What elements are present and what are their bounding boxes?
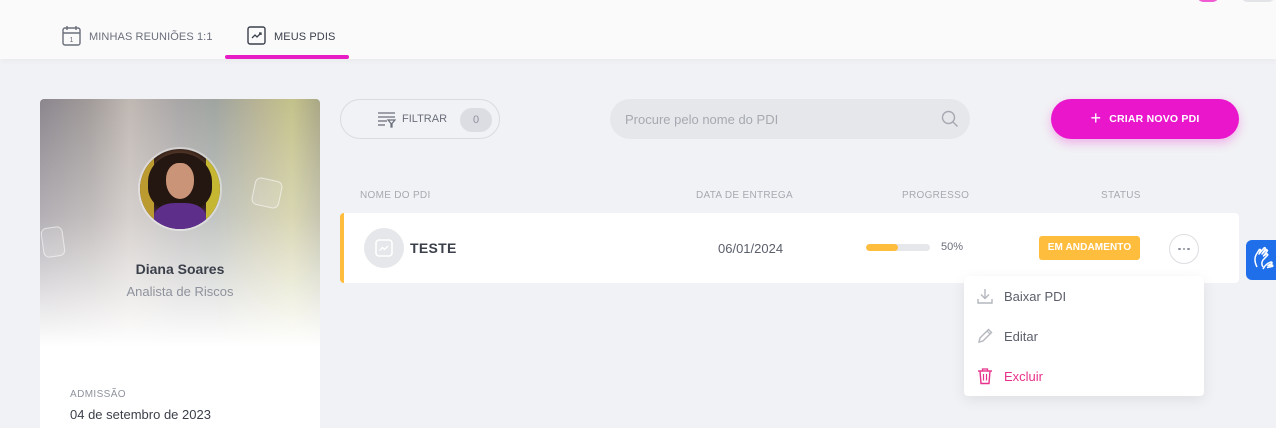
search-input[interactable] bbox=[610, 99, 930, 139]
profile-card: Diana Soares Analista de Riscos ADMISSÃO… bbox=[40, 99, 320, 428]
profile-name: Diana Soares bbox=[135, 261, 225, 277]
chart-icon bbox=[247, 26, 266, 48]
menu-item-edit[interactable]: Editar bbox=[964, 316, 1204, 356]
progress-fill bbox=[866, 244, 898, 251]
decorative-shape bbox=[40, 225, 66, 259]
trash-icon bbox=[976, 367, 994, 388]
menu-label: Editar bbox=[1004, 328, 1038, 344]
sign-language-icon bbox=[1251, 245, 1275, 276]
pdi-name: TESTE bbox=[410, 240, 457, 256]
row-actions-menu: Baixar PDI Editar Excluir bbox=[964, 276, 1204, 396]
active-tab-indicator bbox=[225, 55, 349, 59]
profile-role: Analista de Riscos bbox=[126, 284, 234, 299]
progress-bar bbox=[866, 244, 930, 251]
filter-label: FILTRAR bbox=[402, 113, 448, 125]
tab-minhas-reunioes[interactable]: 1 MINHAS REUNIÕES 1:1 bbox=[62, 24, 213, 50]
tab-meus-pdis[interactable]: MEUS PDIS bbox=[247, 24, 335, 50]
menu-label: Baixar PDI bbox=[1004, 288, 1067, 304]
filter-button[interactable]: FILTRAR 0 bbox=[340, 99, 500, 139]
status-badge: EM ANDAMENTO bbox=[1039, 236, 1140, 260]
filter-count-badge: 0 bbox=[460, 108, 492, 132]
profile-banner bbox=[40, 99, 320, 359]
decorative-shape bbox=[250, 176, 284, 210]
pencil-icon bbox=[976, 327, 994, 348]
admission-label: ADMISSÃO bbox=[70, 389, 126, 400]
column-header-name: NOME DO PDI bbox=[360, 190, 431, 201]
pdi-delivery-date: 06/01/2024 bbox=[718, 241, 784, 256]
avatar bbox=[140, 149, 220, 229]
column-header-date: DATA DE ENTREGA bbox=[696, 190, 793, 201]
pdi-icon bbox=[364, 228, 404, 268]
dot-icon bbox=[1187, 247, 1190, 251]
admission-date: 04 de setembro de 2023 bbox=[70, 407, 211, 422]
top-navigation: 1 MINHAS REUNIÕES 1:1 MEUS PDIS bbox=[0, 0, 1276, 59]
plus-icon: + bbox=[1090, 108, 1102, 128]
menu-label: Excluir bbox=[1004, 368, 1044, 384]
table-row[interactable]: TESTE 06/01/2024 50% EM ANDAMENTO bbox=[340, 213, 1239, 283]
calendar-icon: 1 bbox=[62, 25, 81, 49]
dot-icon bbox=[1178, 247, 1181, 251]
create-pdi-label: CRIAR NOVO PDI bbox=[1109, 113, 1200, 125]
download-icon bbox=[976, 287, 994, 308]
tab-label: MEUS PDIS bbox=[274, 31, 336, 43]
column-header-status: STATUS bbox=[1101, 190, 1141, 201]
progress-percent: 50% bbox=[941, 241, 964, 253]
filter-icon bbox=[377, 111, 397, 134]
accessibility-button[interactable] bbox=[1246, 240, 1276, 280]
column-header-progress: PROGRESSO bbox=[902, 190, 970, 201]
tab-label: MINHAS REUNIÕES 1:1 bbox=[89, 31, 213, 43]
create-pdi-button[interactable]: + CRIAR NOVO PDI bbox=[1051, 99, 1239, 139]
header-edge bbox=[1240, 0, 1276, 2]
menu-item-download[interactable]: Baixar PDI bbox=[964, 276, 1204, 316]
user-avatar-edge[interactable] bbox=[1196, 0, 1220, 2]
menu-item-delete[interactable]: Excluir bbox=[964, 356, 1204, 396]
svg-text:1: 1 bbox=[70, 37, 74, 44]
dot-icon bbox=[1182, 247, 1186, 251]
more-options-button[interactable] bbox=[1169, 234, 1199, 264]
search-icon[interactable] bbox=[941, 110, 959, 133]
search-box bbox=[610, 99, 970, 139]
